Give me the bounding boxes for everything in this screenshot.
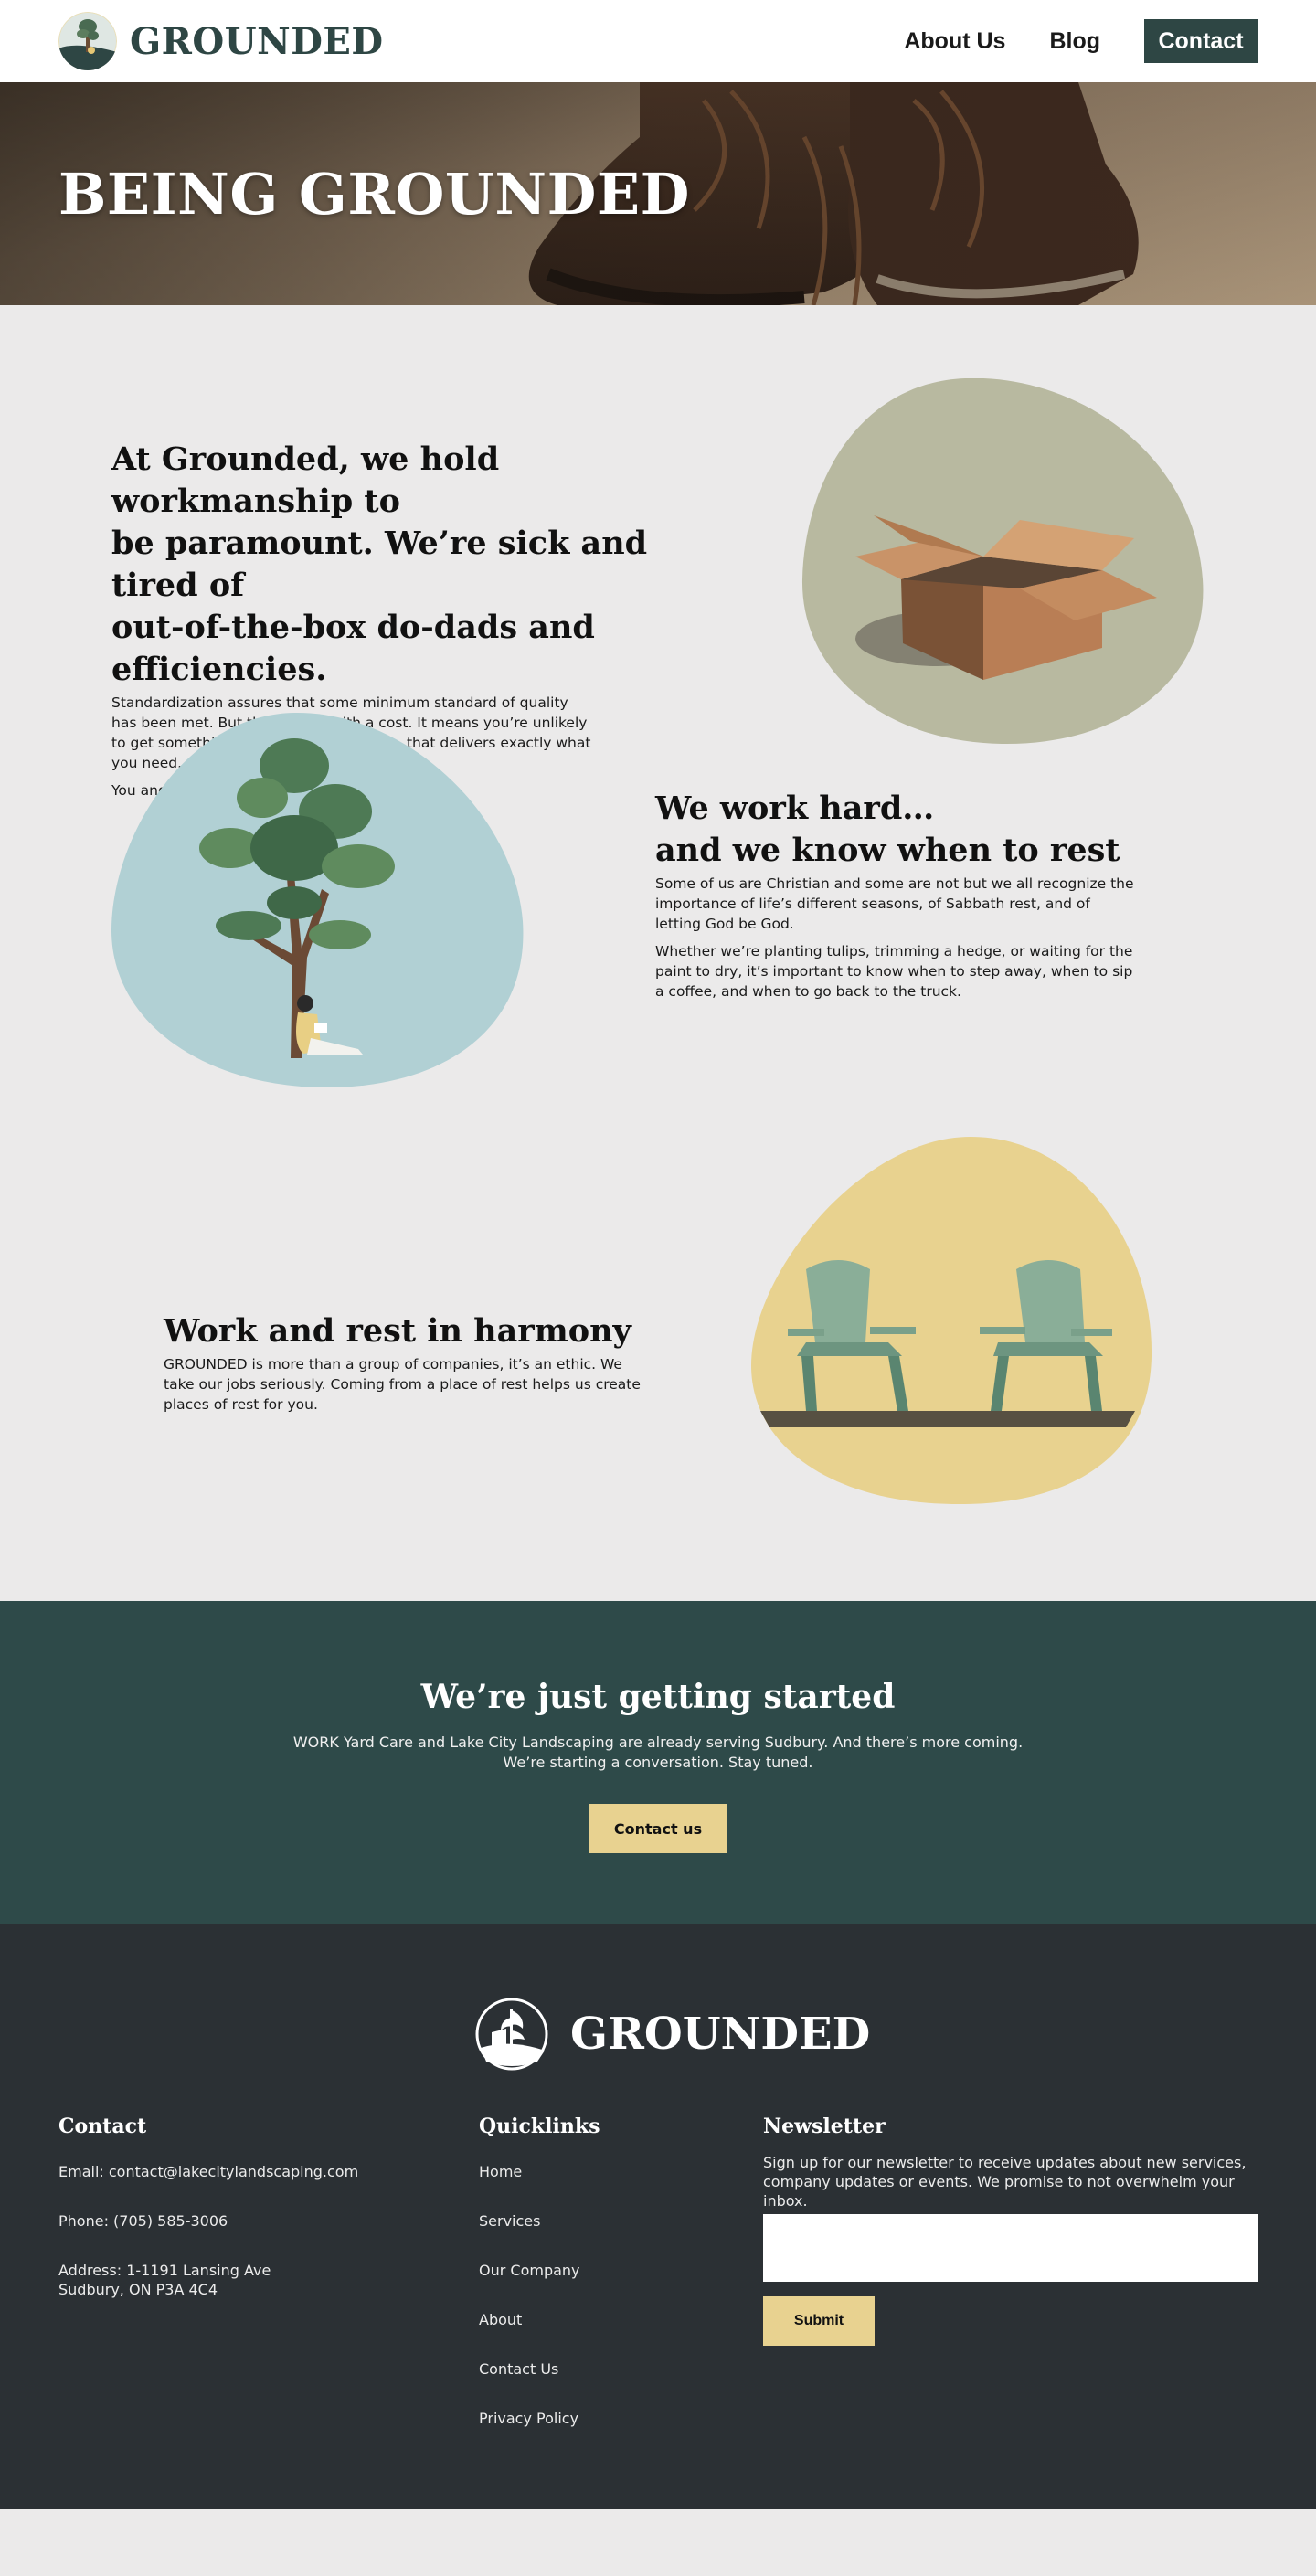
cta-title: We’re just getting started [420, 1678, 896, 1716]
hero-title: BEING GROUNDED [58, 161, 690, 228]
heading-line: At Grounded, we hold workmanship to [111, 440, 500, 520]
address-line: Sudbury, ON P3A 4C4 [58, 2281, 218, 2298]
footer-address: Address: 1-1191 Lansing Ave Sudbury, ON … [58, 2261, 442, 2299]
para-line: letting God be God. [655, 916, 794, 932]
cta-text: WORK Yard Care and Lake City Landscaping… [0, 1733, 1316, 1773]
nav-about-us[interactable]: About Us [904, 28, 1005, 55]
newsletter-submit-button[interactable]: Submit [763, 2296, 875, 2346]
para-line: paint to dry, it’s important to know whe… [655, 963, 1133, 980]
cta-text-line: WORK Yard Care and Lake City Landscaping… [292, 1733, 1024, 1751]
brand-link[interactable]: GROUNDED [58, 12, 384, 70]
heading-line: We work hard… [655, 790, 935, 827]
para-line: Some of us are Christian and some are no… [655, 875, 1134, 892]
footer-brand[interactable]: GROUNDED [473, 1998, 870, 2071]
footer-link-privacy-policy[interactable]: Privacy Policy [479, 2409, 716, 2428]
hero-banner: BEING GROUNDED [0, 82, 1316, 305]
cta-text-line: We’re starting a conversation. Stay tune… [503, 1754, 813, 1771]
footer-newsletter-title: Newsletter [763, 2115, 886, 2138]
nav-contact-button[interactable]: Contact [1144, 19, 1258, 63]
para-line: importance of life’s different seasons, … [655, 896, 1090, 912]
footer-contact-column: Contact Email: contact@lakecitylandscapi… [58, 2115, 442, 2329]
contact-us-button[interactable]: Contact us [589, 1804, 727, 1853]
footer-email[interactable]: Email: contact@lakecitylandscaping.com [58, 2162, 442, 2181]
tree-illustration [111, 712, 524, 1088]
harmony-heading: Work and rest in harmony [164, 1312, 631, 1350]
rest-paragraph-2: Whether we’re planting tulips, trimming … [655, 941, 1222, 1002]
harmony-paragraph: GROUNDED is more than a group of compani… [164, 1354, 675, 1415]
footer-link-contact-us[interactable]: Contact Us [479, 2359, 716, 2379]
para-line: Standardization assures that some minimu… [111, 694, 568, 711]
para-line: a coffee, and when to go back to the tru… [655, 983, 961, 1000]
footer-link-our-company[interactable]: Our Company [479, 2261, 716, 2280]
nav-blog[interactable]: Blog [1049, 28, 1100, 55]
para-line: take our jobs seriously. Coming from a p… [164, 1376, 641, 1393]
heading-line: be paramount. We’re sick and tired of [111, 525, 648, 604]
grounded-logo-icon [58, 12, 117, 70]
heading-line: and we know when to rest [655, 832, 1120, 869]
main-nav: About Us Blog Contact [904, 19, 1258, 63]
open-box-illustration [801, 378, 1204, 745]
footer-phone[interactable]: Phone: (705) 585-3006 [58, 2211, 442, 2231]
para-line: Whether we’re planting tulips, trimming … [655, 943, 1133, 959]
rest-heading: We work hard… and we know when to rest [655, 788, 1222, 872]
rest-paragraph: Some of us are Christian and some are no… [655, 874, 1222, 934]
workmanship-heading: At Grounded, we hold workmanship to be p… [111, 439, 678, 691]
heading-line: out-of-the-box do-dads and efficiencies. [111, 609, 595, 688]
footer-quicklinks-title: Quicklinks [479, 2115, 600, 2138]
newsletter-text-line: Sign up for our newsletter to receive up… [763, 2154, 1247, 2171]
brand-name: GROUNDED [130, 19, 384, 63]
footer-link-about[interactable]: About [479, 2310, 716, 2329]
newsletter-email-input[interactable] [763, 2214, 1258, 2282]
site-footer: GROUNDED Contact Email: contact@lakecity… [0, 1924, 1316, 2509]
site-header: GROUNDED About Us Blog Contact [0, 0, 1316, 82]
para-line: places of rest for you. [164, 1396, 318, 1413]
grounded-logo-icon [475, 1998, 548, 2071]
getting-started-band: We’re just getting started WORK Yard Car… [0, 1601, 1316, 1924]
footer-link-services[interactable]: Services [479, 2211, 716, 2231]
footer-newsletter-column: Newsletter Sign up for our newsletter to… [763, 2115, 1261, 2346]
adirondack-chairs-illustration [751, 1137, 1152, 1505]
newsletter-description: Sign up for our newsletter to receive up… [763, 2153, 1261, 2210]
address-line: Address: 1-1191 Lansing Ave [58, 2262, 271, 2279]
footer-quicklinks-column: Quicklinks Home Services Our Company Abo… [479, 2115, 716, 2458]
footer-contact-title: Contact [58, 2115, 147, 2138]
rest-section: We work hard… and we know when to rest S… [0, 711, 1316, 1131]
footer-link-home[interactable]: Home [479, 2162, 716, 2181]
footer-brand-name: GROUNDED [570, 2009, 871, 2060]
harmony-section: Work and rest in harmony GROUNDED is mor… [0, 1131, 1316, 1601]
para-line: GROUNDED is more than a group of compani… [164, 1356, 622, 1373]
workmanship-section: At Grounded, we hold workmanship to be p… [0, 305, 1316, 799]
newsletter-text-line: company updates or events. We promise to… [763, 2173, 1235, 2210]
